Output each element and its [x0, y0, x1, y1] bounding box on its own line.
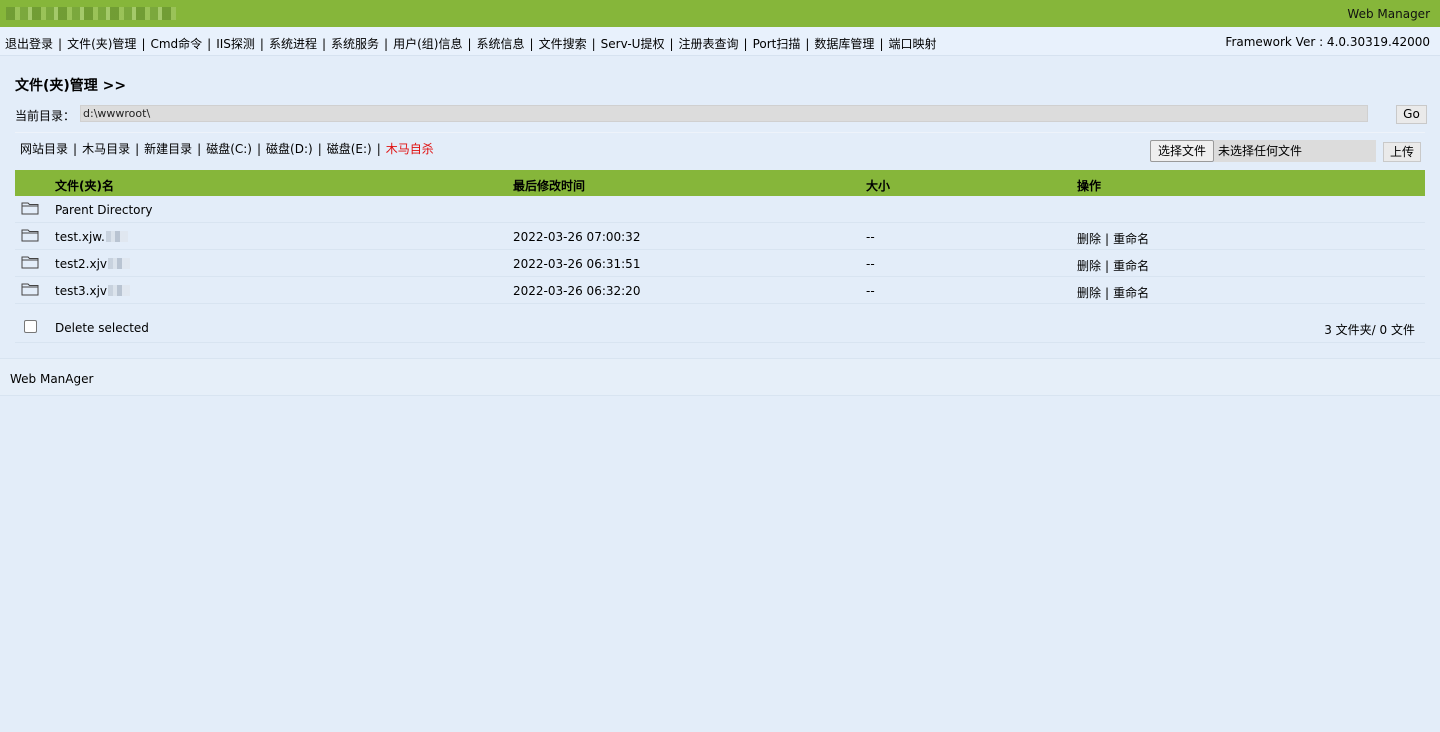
- nav-processes[interactable]: 系统进程: [269, 37, 317, 51]
- modified-time: 2022-03-26 06:32:20: [513, 284, 641, 298]
- size: --: [866, 284, 875, 298]
- modified-time: 2022-03-26 07:00:32: [513, 230, 641, 244]
- ops: 删除 | 重命名: [1077, 286, 1150, 300]
- link-disk-e[interactable]: 磁盘(E:): [327, 142, 372, 156]
- link-disk-d[interactable]: 磁盘(D:): [266, 142, 313, 156]
- file-table: 文件(夹)名 最后修改时间 大小 操作 Parent Directory tes…: [15, 170, 1425, 343]
- size: --: [866, 257, 875, 271]
- table-row[interactable]: test.xjw. 2022-03-26 07:00:32 -- 删除 | 重命名: [15, 223, 1425, 250]
- folder-name-text[interactable]: test2.xjv: [55, 257, 107, 271]
- nav-database[interactable]: 数据库管理: [814, 37, 874, 51]
- item-count: 3 文件夹/ 0 文件: [1324, 323, 1415, 337]
- link-self-delete[interactable]: 木马自杀: [386, 142, 434, 156]
- header-name: 文件(夹)名: [55, 179, 114, 193]
- nav-iis[interactable]: IIS探测: [216, 37, 255, 51]
- nav-links: 退出登录 | 文件(夹)管理 | Cmd命令 | IIS探测 | 系统进程 | 系统服务 | 用户(组)…: [5, 37, 937, 51]
- folder-name[interactable]: test3.xjv: [55, 284, 131, 298]
- link-trojan-dir[interactable]: 木马目录: [82, 142, 130, 156]
- nav-services[interactable]: 系统服务: [331, 37, 379, 51]
- link-site-dir[interactable]: 网站目录: [20, 142, 68, 156]
- framework-version-text: Framework Ver : 4.0.30319.42000: [1225, 35, 1430, 49]
- select-all-checkbox[interactable]: [24, 320, 37, 333]
- link-disk-c[interactable]: 磁盘(C:): [206, 142, 252, 156]
- nav-port-map[interactable]: 端口映射: [888, 37, 936, 51]
- nav-servu[interactable]: Serv-U提权: [601, 37, 665, 51]
- folder-name[interactable]: test.xjw.: [55, 230, 128, 244]
- table-row[interactable]: test3.xjv 2022-03-26 06:32:20 -- 删除 | 重命名: [15, 277, 1425, 304]
- delete-link[interactable]: 删除: [1077, 259, 1101, 273]
- parent-directory-link[interactable]: Parent Directory: [55, 203, 153, 217]
- folder-name-text[interactable]: test.xjw.: [55, 230, 105, 244]
- folder-icon: [21, 228, 39, 242]
- go-button[interactable]: Go: [1396, 105, 1427, 124]
- delete-link[interactable]: 删除: [1077, 232, 1101, 246]
- current-dir-label: 当前目录：: [15, 109, 76, 123]
- rename-link[interactable]: 重命名: [1113, 232, 1149, 246]
- modified-time: 2022-03-26 06:31:51: [513, 257, 641, 271]
- rename-link[interactable]: 重命名: [1113, 259, 1149, 273]
- table-header: 文件(夹)名 最后修改时间 大小 操作: [15, 170, 1425, 196]
- framework-version: Framework Ver : 4.0.30319.42000: [1225, 35, 1430, 49]
- header-ops: 操作: [1077, 179, 1102, 193]
- main-nav: 退出登录 | 文件(夹)管理 | Cmd命令 | IIS探测 | 系统进程 | 系统服务 | 用户(组)…: [0, 27, 1440, 56]
- nav-cmd[interactable]: Cmd命令: [150, 37, 202, 51]
- nav-registry[interactable]: 注册表查询: [679, 37, 739, 51]
- rename-link[interactable]: 重命名: [1113, 286, 1149, 300]
- nav-file-manager[interactable]: 文件(夹)管理: [67, 37, 136, 51]
- delete-selected-label[interactable]: Delete selected: [55, 321, 149, 335]
- size: --: [866, 230, 875, 244]
- header-size: 大小: [866, 179, 891, 193]
- blurred-suffix: [108, 285, 131, 296]
- nav-file-search[interactable]: 文件搜索: [539, 37, 587, 51]
- nav-users[interactable]: 用户(组)信息: [393, 37, 462, 51]
- nav-port-scan[interactable]: Port扫描: [753, 37, 801, 51]
- table-row-parent[interactable]: Parent Directory: [15, 196, 1425, 223]
- ops: 删除 | 重命名: [1077, 259, 1150, 273]
- blurred-suffix: [105, 231, 128, 242]
- folder-icon: [21, 282, 39, 296]
- dir-links: 网站目录 | 木马目录 | 新建目录 | 磁盘(C:) | 磁盘(D:) | 磁盘(E:) | 木马自杀: [20, 142, 434, 156]
- link-new-dir[interactable]: 新建目录: [144, 142, 192, 156]
- file-status: 未选择任何文件: [1214, 140, 1376, 162]
- blurred-suffix: [108, 258, 131, 269]
- folder-name-text[interactable]: test3.xjv: [55, 284, 107, 298]
- page-title: 文件(夹)管理 >>: [15, 78, 127, 94]
- upload-button[interactable]: 上传: [1383, 142, 1421, 162]
- table-footer: Delete selected 3 文件夹/ 0 文件: [15, 312, 1425, 343]
- folder-icon: [21, 201, 39, 215]
- footer-text: Web ManAger: [10, 372, 94, 386]
- folder-icon: [21, 255, 39, 269]
- ops: 删除 | 重命名: [1077, 232, 1150, 246]
- choose-file-button[interactable]: 选择文件: [1150, 140, 1214, 162]
- top-bar: Web Manager: [0, 0, 1440, 27]
- table-row[interactable]: test2.xjv 2022-03-26 06:31:51 -- 删除 | 重命名: [15, 250, 1425, 277]
- nav-logout[interactable]: 退出登录: [5, 37, 53, 51]
- footer: Web ManAger: [0, 358, 1440, 396]
- folder-name[interactable]: test2.xjv: [55, 257, 131, 271]
- brand-label: Web Manager: [1347, 7, 1430, 21]
- current-dir-input[interactable]: d:\wwwroot\: [80, 105, 1368, 122]
- delete-link[interactable]: 删除: [1077, 286, 1101, 300]
- header-time: 最后修改时间: [513, 179, 586, 193]
- divider: [15, 132, 1425, 133]
- blurred-title: [6, 7, 176, 20]
- nav-sysinfo[interactable]: 系统信息: [477, 37, 525, 51]
